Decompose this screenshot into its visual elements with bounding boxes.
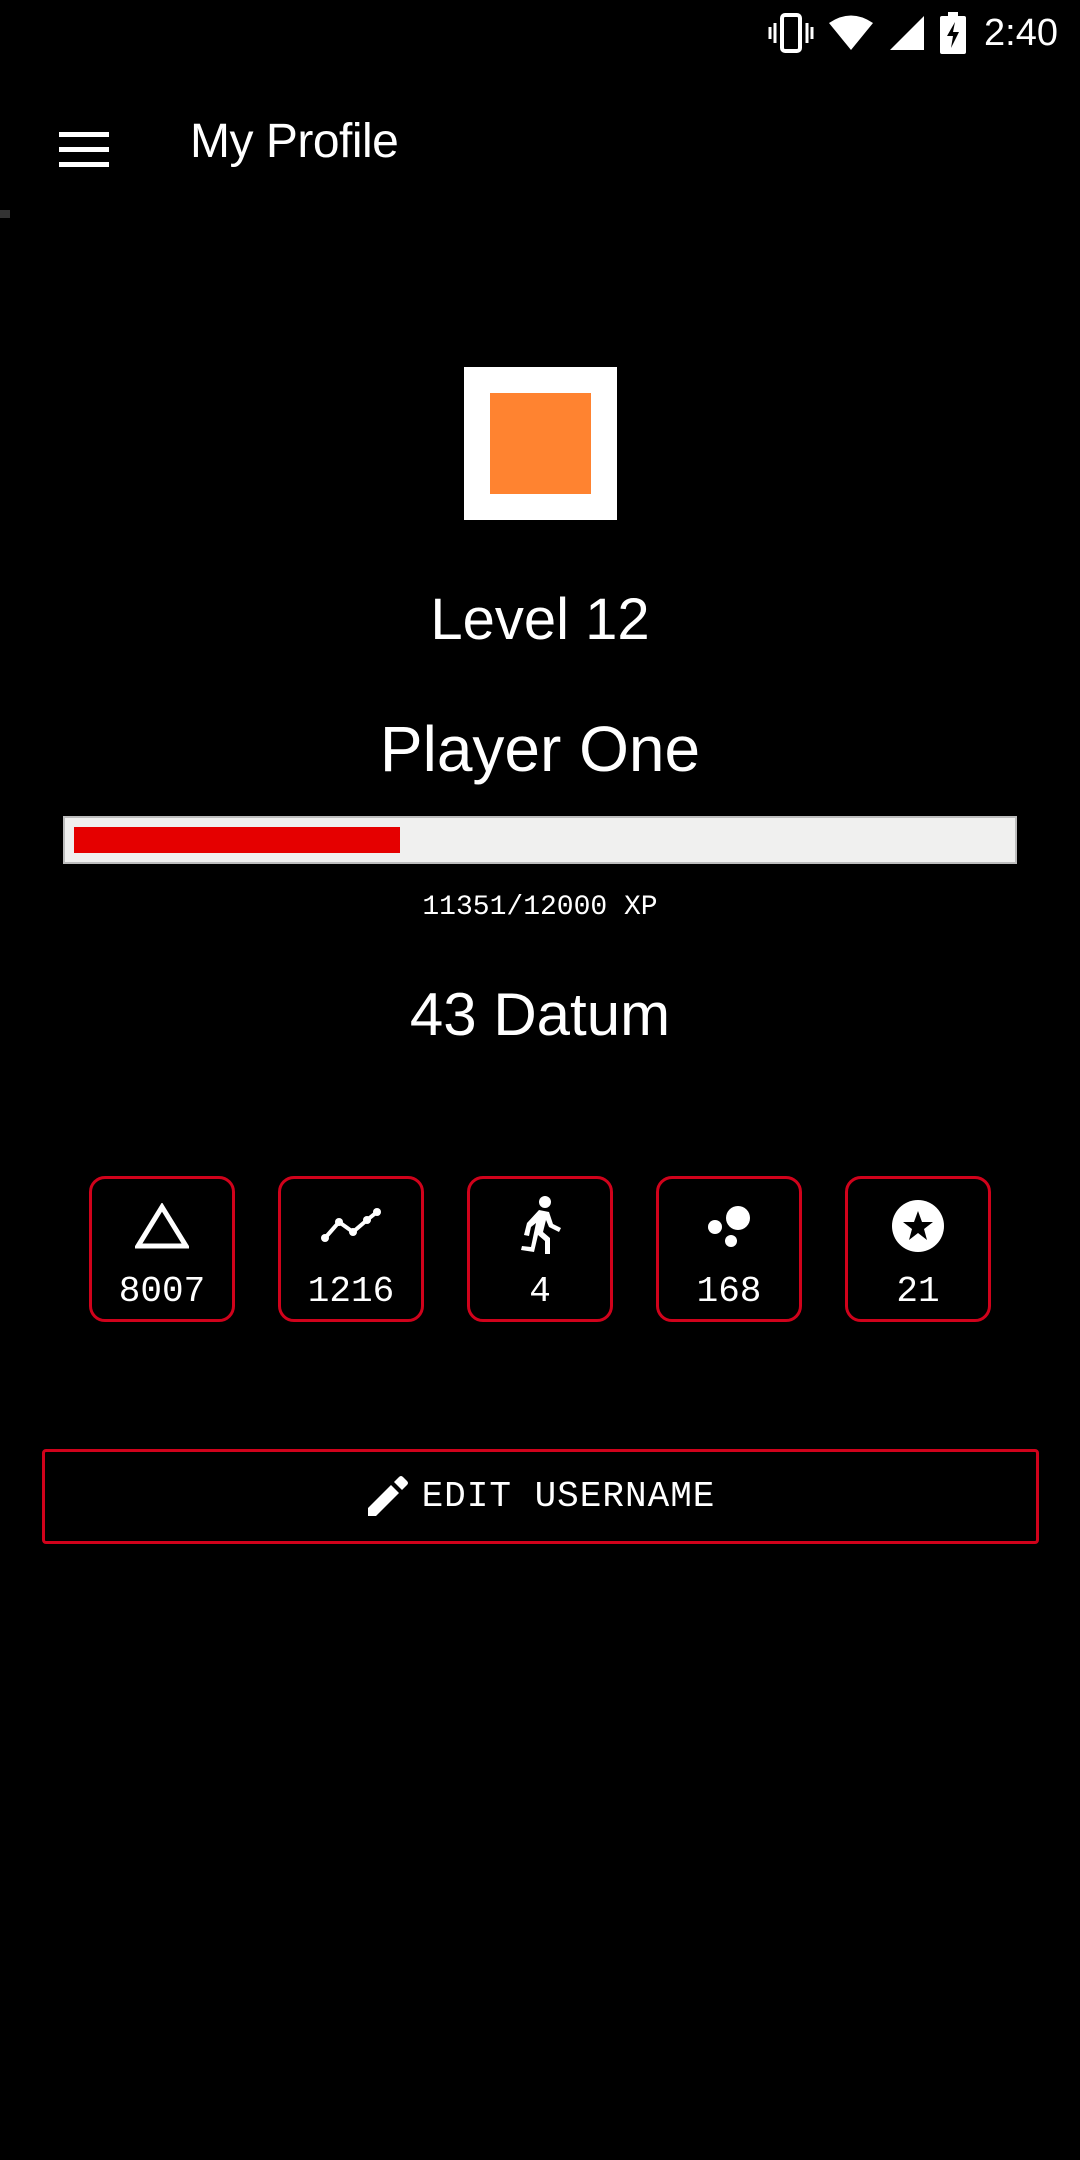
stat-value: 8007 [118, 1271, 206, 1312]
stat-value: 4 [529, 1271, 551, 1312]
xp-progress-fill [74, 827, 400, 853]
player-name: Player One [379, 713, 701, 785]
xp-progress-bar [63, 816, 1017, 864]
status-icons: 2:40 [754, 8, 1058, 58]
stat-value: 21 [896, 1271, 940, 1312]
stat-card-triangle[interactable]: 8007 [89, 1176, 235, 1322]
status-bar: 2:40 [0, 0, 1080, 66]
avatar-color-square [490, 393, 591, 494]
edit-username-label: EDIT USERNAME [421, 1476, 716, 1517]
hamburger-menu-icon [59, 131, 109, 173]
drawer-edge-handle[interactable] [0, 210, 10, 218]
star-circle-icon [848, 1197, 988, 1255]
app-toolbar: My Profile [0, 66, 1080, 214]
signal-icon [888, 14, 926, 52]
stat-card-bubbles[interactable]: 168 [656, 1176, 802, 1322]
stats-row: 8007 1216 4 168 21 [89, 1176, 992, 1322]
avatar[interactable] [464, 367, 617, 520]
bubbles-icon [659, 1197, 799, 1255]
wifi-icon [828, 14, 874, 52]
stat-card-star[interactable]: 21 [845, 1176, 991, 1322]
stat-value: 168 [696, 1271, 762, 1312]
player-level: Level 12 [430, 587, 650, 652]
page-title: My Profile [190, 115, 399, 168]
triangle-outline-icon [92, 1197, 232, 1255]
menu-button[interactable] [38, 106, 130, 198]
pencil-icon [366, 1475, 408, 1518]
datum-count: 43 Datum [409, 981, 671, 1048]
status-time: 2:40 [984, 11, 1058, 54]
stat-card-walk[interactable]: 4 [467, 1176, 613, 1322]
stat-card-trend[interactable]: 1216 [278, 1176, 424, 1322]
stat-value: 1216 [307, 1271, 395, 1312]
running-person-icon [470, 1196, 610, 1255]
battery-charging-icon [940, 12, 967, 54]
trending-line-icon [281, 1197, 421, 1255]
xp-text: 11351/12000 XP [422, 892, 658, 923]
vibrate-icon [768, 13, 814, 53]
edit-username-button[interactable]: EDIT USERNAME [42, 1449, 1039, 1544]
